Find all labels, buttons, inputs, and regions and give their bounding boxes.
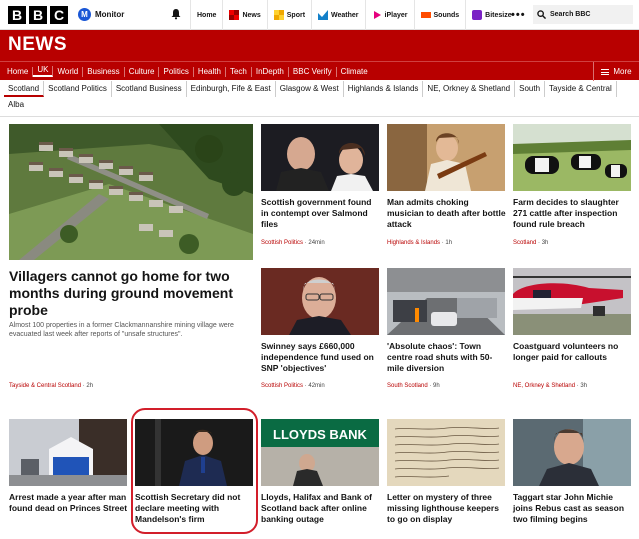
nav-sounds[interactable]: Sounds <box>413 0 466 30</box>
nav-weather[interactable]: Weather <box>311 0 365 30</box>
account-avatar-icon: M <box>78 8 91 21</box>
region-link-south[interactable]: South <box>515 81 546 97</box>
story-image-lighthouse-letter[interactable] <box>387 419 505 486</box>
section-link-health[interactable]: Health <box>194 66 226 77</box>
lead-story-meta: Tayside & Central Scotland · 2h <box>9 383 94 389</box>
region-link-tayside[interactable]: Tayside & Central <box>545 81 617 97</box>
nav-home[interactable]: Home <box>190 0 222 30</box>
region-link-highlands[interactable]: Highlands & Islands <box>344 81 424 97</box>
story-image-coastguard[interactable] <box>513 268 631 335</box>
story-headline-cattle[interactable]: Farm decides to slaughter 271 cattle aft… <box>513 197 633 230</box>
nav-iplayer[interactable]: iPlayer <box>364 0 414 30</box>
story-image-princes-street[interactable] <box>9 419 127 486</box>
search-placeholder: Search BBC <box>550 11 591 18</box>
region-link-ne-orkney[interactable]: NE, Orkney & Shetland <box>423 81 516 97</box>
account-monitor-button[interactable]: M Monitor <box>78 8 124 21</box>
search-icon <box>537 10 546 19</box>
news-title[interactable]: NEWS <box>8 34 67 56</box>
lead-story-summary: Almost 100 properties in a former Clackm… <box>9 322 234 338</box>
sounds-icon <box>420 12 431 18</box>
story-headline-swinney[interactable]: Swinney says £660,000 independence fund … <box>261 341 381 374</box>
region-nav: Scotland Scotland Politics Scotland Busi… <box>0 81 639 117</box>
section-link-tech[interactable]: Tech <box>226 66 252 77</box>
story-image-musician[interactable] <box>387 124 505 191</box>
highlight-circle <box>131 408 258 534</box>
bbc-logo-letter: B <box>29 5 47 24</box>
search-box[interactable]: Search BBC <box>533 5 633 24</box>
story-image-cattle[interactable] <box>513 124 631 191</box>
region-link-glasgow[interactable]: Glasgow & West <box>276 81 344 97</box>
bbc-logo-letter: C <box>50 5 68 24</box>
story-image-salmond[interactable] <box>261 124 379 191</box>
section-link-world[interactable]: World <box>53 66 84 77</box>
global-nav: Home News Sport Weather iPlayer Sounds B… <box>190 0 518 30</box>
section-link-politics[interactable]: Politics <box>159 66 194 77</box>
region-link-alba[interactable]: Alba <box>4 97 28 113</box>
nav-sport[interactable]: Sport <box>266 0 311 30</box>
global-header: B B C M Monitor Home News Sport Weather … <box>0 0 639 30</box>
lloyds-sign-text: LLOYDS BANK <box>273 427 368 442</box>
story-meta-road: South Scotland · 9h <box>387 383 440 389</box>
section-link-home[interactable]: Home <box>3 66 34 77</box>
region-link-scotland-politics[interactable]: Scotland Politics <box>44 81 112 97</box>
sport-icon <box>273 10 284 20</box>
lead-story-image[interactable] <box>9 124 253 260</box>
nav-bitesize[interactable]: Bitesize <box>465 0 517 30</box>
story-image-swinney[interactable] <box>261 268 379 335</box>
story-meta-swinney: Scottish Politics · 42min <box>261 383 325 389</box>
story-image-lloyds[interactable]: LLOYDS BANK <box>261 419 379 486</box>
section-link-business[interactable]: Business <box>83 66 125 77</box>
more-sections-button[interactable]: More <box>593 62 639 81</box>
bbc-logo[interactable]: B B C <box>8 5 68 24</box>
lead-story-headline[interactable]: Villagers cannot go home for two months … <box>9 268 254 319</box>
more-menu-dots-icon[interactable]: ••• <box>511 9 526 21</box>
section-nav: Home UK World Business Culture Politics … <box>0 61 639 81</box>
region-link-scotland[interactable]: Scotland <box>4 81 45 97</box>
news-banner: NEWS <box>0 30 639 61</box>
story-headline-john-michie[interactable]: Taggart star John Michie joins Rebus cas… <box>513 492 633 525</box>
nav-news[interactable]: News <box>222 0 266 30</box>
story-meta-salmond: Scottish Politics · 24min <box>261 240 325 246</box>
aerial-village-photo <box>9 124 253 260</box>
bitesize-icon <box>472 10 483 20</box>
weather-icon <box>318 10 329 20</box>
story-headline-musician[interactable]: Man admits choking musician to death aft… <box>387 197 507 230</box>
iplayer-icon <box>373 11 381 19</box>
section-link-uk[interactable]: UK <box>33 66 54 77</box>
lead-story-section[interactable]: Tayside & Central Scotland <box>9 383 81 389</box>
section-link-culture[interactable]: Culture <box>125 66 160 77</box>
story-meta-coastguard: NE, Orkney & Shetland · 3h <box>513 383 588 389</box>
section-link-indepth[interactable]: InDepth <box>252 66 289 77</box>
story-image-john-michie[interactable] <box>513 419 631 486</box>
lead-story-time: 2h <box>86 383 94 389</box>
region-link-scotland-business[interactable]: Scotland Business <box>112 81 187 97</box>
news-icon <box>229 10 240 20</box>
menu-icon <box>601 68 610 75</box>
story-headline-salmond[interactable]: Scottish government found in contempt ov… <box>261 197 381 230</box>
section-link-bbc-verify[interactable]: BBC Verify <box>289 66 337 77</box>
story-meta-cattle: Scotland · 3h <box>513 240 549 246</box>
story-headline-princes-street[interactable]: Arrest made a year after man found dead … <box>9 492 129 514</box>
account-label: Monitor <box>95 10 125 19</box>
story-headline-road[interactable]: 'Absolute chaos': Town centre road shuts… <box>387 341 507 374</box>
region-link-edinburgh[interactable]: Edinburgh, Fife & East <box>187 81 276 97</box>
story-headline-lloyds[interactable]: Lloyds, Halifax and Bank of Scotland bac… <box>261 492 381 525</box>
story-headline-lighthouse-letter[interactable]: Letter on mystery of three missing light… <box>387 492 507 525</box>
section-link-climate[interactable]: Climate <box>337 67 372 77</box>
bell-icon[interactable] <box>170 8 182 20</box>
story-image-road[interactable] <box>387 268 505 335</box>
story-headline-coastguard[interactable]: Coastguard volunteers no longer paid for… <box>513 341 633 363</box>
story-meta-musician: Highlands & Islands · 1h <box>387 240 453 246</box>
bbc-logo-letter: B <box>8 5 26 24</box>
